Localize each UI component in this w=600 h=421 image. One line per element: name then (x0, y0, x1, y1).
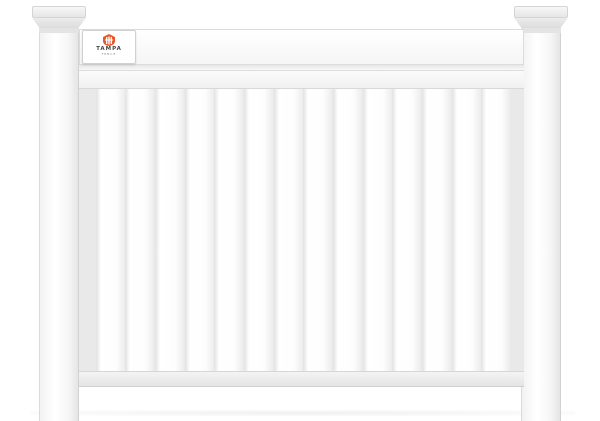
fence-board (303, 89, 333, 371)
upper-band (79, 71, 524, 89)
fence-board (481, 89, 511, 371)
fence-panel (79, 29, 524, 387)
fence-board (243, 89, 273, 371)
bottom-rail (79, 371, 524, 387)
fence-board (214, 89, 244, 371)
fence-board (392, 89, 422, 371)
logo-tagline: FENCE (101, 52, 117, 56)
fence-shield-icon (103, 34, 115, 46)
left-post-shaft (39, 33, 79, 421)
fence-board (451, 89, 481, 371)
top-rail (79, 29, 524, 65)
fence-board (421, 89, 451, 371)
board-area (79, 89, 524, 371)
fence-board (184, 89, 214, 371)
fence-board (125, 89, 155, 371)
fence-image: TAMPA FENCE (0, 0, 600, 421)
fence-board (362, 89, 392, 371)
right-post-cap-slope (514, 18, 568, 28)
logo-plate: TAMPA FENCE (82, 30, 136, 64)
right-post-shaft (521, 33, 561, 421)
fence-board (154, 89, 184, 371)
fence-board (273, 89, 303, 371)
ground-shadow (30, 410, 575, 416)
left-post-cap (32, 6, 86, 18)
fence-board (95, 89, 125, 371)
fence-board (332, 89, 362, 371)
right-post-cap (514, 6, 568, 18)
left-post (32, 6, 86, 421)
left-post-cap-slope (32, 18, 86, 28)
